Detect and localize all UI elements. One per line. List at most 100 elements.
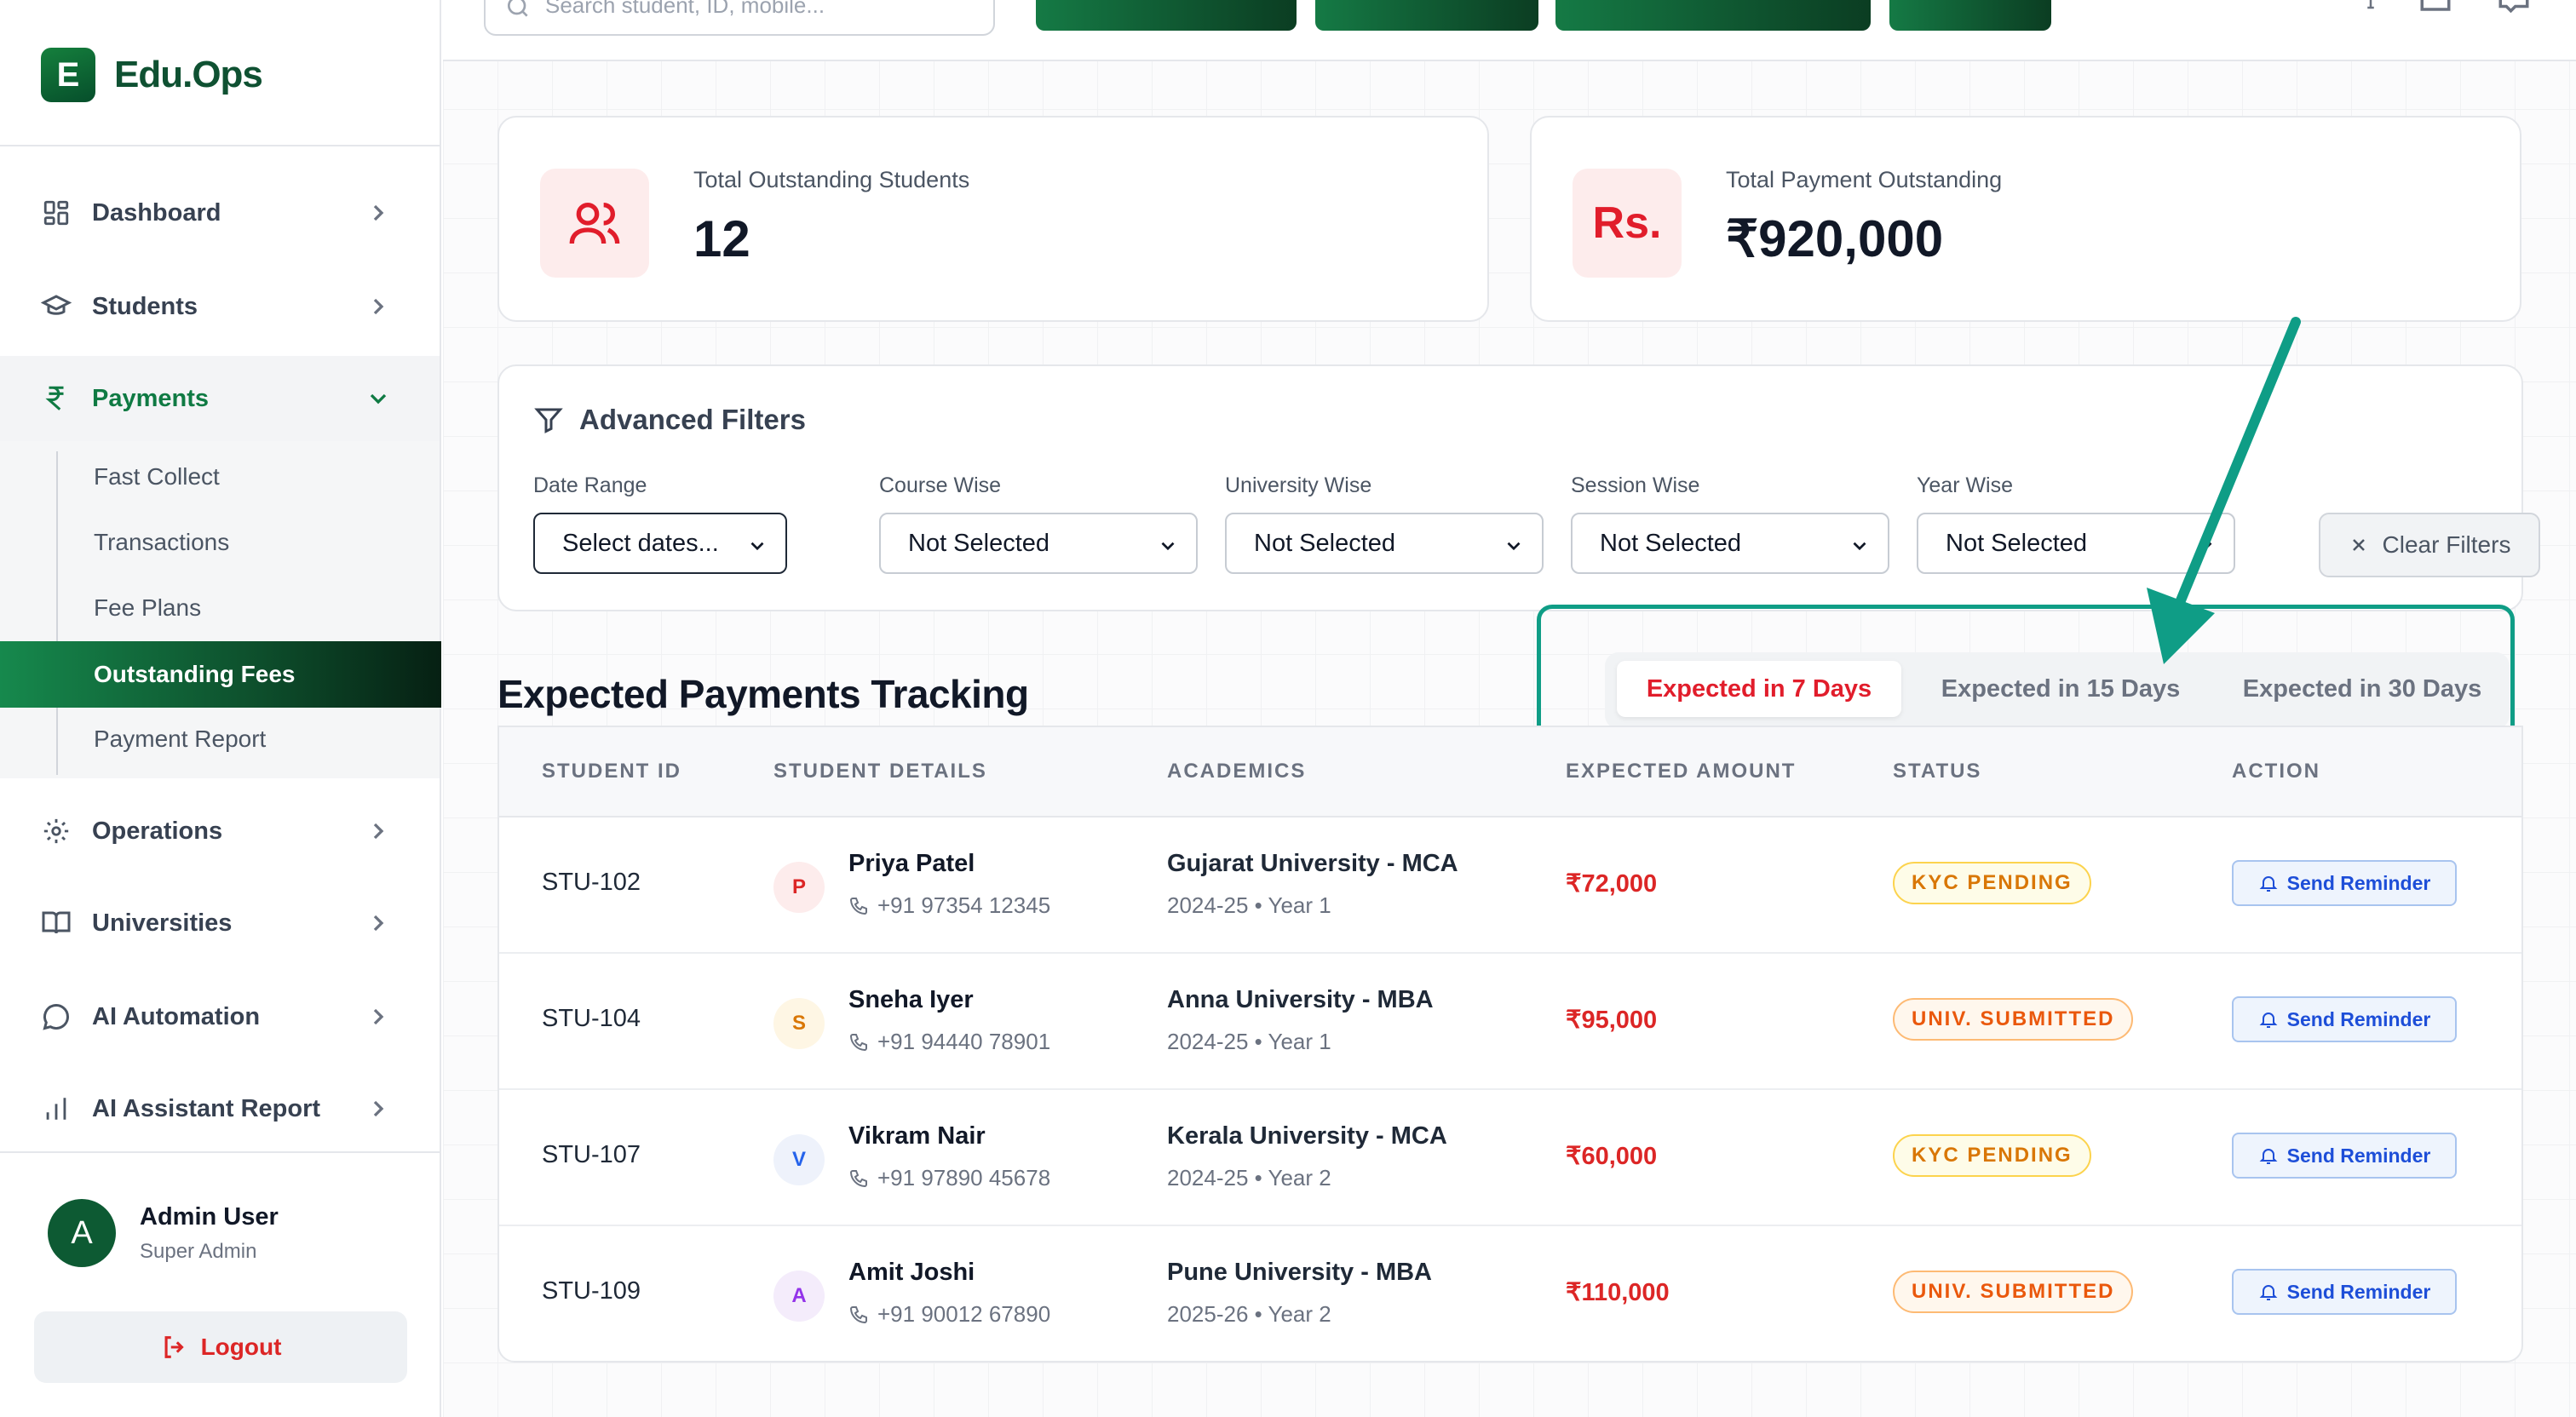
- filter-label: University Wise: [1225, 473, 1372, 497]
- expected-amount: ₹72,000: [1566, 870, 1658, 898]
- calendar-icon[interactable]: [2418, 0, 2453, 15]
- profile-role: Super Admin: [140, 1239, 257, 1263]
- status-badge: UNIV. SUBMITTED: [1893, 998, 2134, 1041]
- submenu-fast-collect[interactable]: Fast Collect: [94, 451, 220, 502]
- payment-verification-button[interactable]: [1555, 0, 1871, 31]
- university-wise-value: Not Selected: [1254, 529, 1396, 557]
- send-reminder-button[interactable]: Send Reminder: [2232, 1133, 2457, 1179]
- phone-number: +91 90012 67890: [877, 1301, 1051, 1327]
- submenu-transactions[interactable]: Transactions: [94, 517, 229, 568]
- user-profile[interactable]: A Admin User Super Admin: [48, 1199, 279, 1267]
- academics-session: 2024-25 • Year 1: [1167, 1029, 1331, 1054]
- phone-icon: [849, 1169, 867, 1187]
- table-row: STU-102 P Priya Patel +91 97354 12345 Gu…: [499, 818, 2521, 954]
- filters-title-label: Advanced Filters: [579, 404, 806, 435]
- sidebar-item-students[interactable]: Students: [0, 264, 440, 349]
- student-avatar: V: [773, 1134, 825, 1185]
- sidebar-divider: [0, 1151, 440, 1153]
- academics-university: Kerala University - MCA: [1167, 1122, 1447, 1150]
- chevron-down-icon: [1853, 542, 1866, 551]
- search-placeholder: Search student, ID, mobile...: [545, 0, 825, 18]
- clear-filters-label: Clear Filters: [2382, 531, 2511, 558]
- sidebar-item-label: Students: [92, 292, 198, 320]
- top-action-button[interactable]: [1889, 0, 2051, 31]
- expected-amount: ₹60,000: [1566, 1143, 1658, 1170]
- send-reminder-label: Send Reminder: [2286, 1144, 2431, 1167]
- submenu-fee-plans[interactable]: Fee Plans: [94, 582, 201, 634]
- sidebar-item-label: Universities: [92, 909, 233, 937]
- send-reminder-button[interactable]: Send Reminder: [2232, 860, 2457, 906]
- send-reminder-button[interactable]: Send Reminder: [2232, 996, 2457, 1042]
- student-name: Sneha Iyer: [848, 986, 974, 1013]
- column-header: STATUS: [1893, 760, 1982, 783]
- table-header: STUDENT ID STUDENT DETAILS ACADEMICS EXP…: [499, 727, 2521, 818]
- users-icon: [540, 169, 649, 278]
- expected-amount: ₹110,000: [1566, 1279, 1670, 1306]
- phone-number: +91 97354 12345: [877, 892, 1051, 918]
- sidebar-item-dashboard[interactable]: Dashboard: [0, 170, 440, 255]
- table-row: STU-109 A Amit Joshi +91 90012 67890 Pun…: [499, 1226, 2521, 1361]
- message-icon[interactable]: [2496, 0, 2532, 15]
- bell-icon: [2259, 1149, 2278, 1164]
- logout-button[interactable]: Logout: [34, 1311, 407, 1383]
- student-id: STU-102: [542, 869, 641, 896]
- chevron-down-icon: [750, 542, 764, 551]
- session-wise-value: Not Selected: [1600, 529, 1742, 557]
- student-name: Priya Patel: [848, 850, 975, 877]
- sidebar-item-operations[interactable]: Operations: [0, 789, 440, 874]
- student-avatar: A: [773, 1271, 825, 1322]
- stat-card-outstanding-students: Total Outstanding Students 12: [497, 116, 1489, 322]
- table-row: STU-104 S Sneha Iyer +91 94440 78901 Ann…: [499, 954, 2521, 1090]
- close-icon: [2352, 539, 2365, 551]
- filters-title: Advanced Filters: [533, 404, 806, 436]
- student-avatar: S: [773, 998, 825, 1049]
- column-header: ACTION: [2232, 760, 2320, 783]
- sidebar-item-label: AI Automation: [92, 1002, 261, 1030]
- search-icon: [508, 0, 528, 17]
- submenu-guide-line: [56, 451, 58, 775]
- top-bar: Search student, ID, mobile...: [443, 0, 2576, 61]
- chevron-right-icon: [373, 915, 384, 932]
- send-reminder-button[interactable]: Send Reminder: [2232, 1269, 2457, 1315]
- academics-university: Pune University - MBA: [1167, 1259, 1432, 1286]
- student-name: Vikram Nair: [848, 1122, 986, 1150]
- student-phone: +91 97890 45678: [848, 1165, 1050, 1191]
- new-admission-button[interactable]: [1036, 0, 1297, 31]
- logout-icon: [164, 1336, 184, 1358]
- course-wise-select[interactable]: Not Selected: [879, 513, 1198, 574]
- brand-mark: E: [41, 48, 95, 102]
- academics-session: 2025-26 • Year 2: [1167, 1301, 1331, 1327]
- year-wise-value: Not Selected: [1946, 529, 2088, 557]
- university-wise-select[interactable]: Not Selected: [1225, 513, 1544, 574]
- sidebar-item-payments[interactable]: Payments: [0, 356, 440, 441]
- status-badge: KYC PENDING: [1893, 862, 2091, 904]
- main-content: Search student, ID, mobile... Total Outs…: [443, 0, 2576, 1417]
- session-wise-select[interactable]: Not Selected: [1571, 513, 1889, 574]
- submenu-payment-report[interactable]: Payment Report: [94, 714, 266, 765]
- sidebar-item-label: AI Assistant Report: [92, 1094, 321, 1122]
- sidebar-item-ai-assistant-report[interactable]: AI Assistant Report: [0, 1066, 440, 1151]
- table-row: STU-107 V Vikram Nair +91 97890 45678 Ke…: [499, 1090, 2521, 1226]
- status-badge: UNIV. SUBMITTED: [1893, 1271, 2134, 1313]
- bell-icon[interactable]: [2358, 0, 2383, 12]
- phone-icon: [849, 1033, 867, 1051]
- expected-payments-table: STUDENT ID STUDENT DETAILS ACADEMICS EXP…: [497, 726, 2523, 1362]
- sidebar: E Edu.Ops Dashboard Students Payments Fa…: [0, 0, 441, 1417]
- search-input[interactable]: Search student, ID, mobile...: [484, 0, 995, 36]
- brand-logo[interactable]: E Edu.Ops: [41, 48, 263, 102]
- profile-name: Admin User: [140, 1202, 279, 1231]
- stat-card-payment-outstanding: Rs. Total Payment Outstanding ₹920,000: [1530, 116, 2521, 322]
- student-avatar: P: [773, 862, 825, 913]
- graduation-cap-icon: [41, 291, 72, 322]
- sidebar-item-universities[interactable]: Universities: [0, 881, 440, 966]
- clear-filters-button[interactable]: Clear Filters: [2319, 513, 2540, 577]
- send-reminder-label: Send Reminder: [2286, 871, 2431, 894]
- fast-collect-button[interactable]: [1315, 0, 1538, 31]
- submenu-outstanding-fees[interactable]: Outstanding Fees: [0, 641, 441, 708]
- date-range-value: Select dates...: [562, 529, 719, 557]
- brand-name: Edu.Ops: [114, 54, 263, 95]
- date-range-select[interactable]: Select dates...: [533, 513, 787, 574]
- sidebar-item-ai-automation[interactable]: AI Automation: [0, 974, 440, 1059]
- academics-university: Gujarat University - MCA: [1167, 850, 1458, 877]
- column-header: STUDENT DETAILS: [773, 760, 987, 783]
